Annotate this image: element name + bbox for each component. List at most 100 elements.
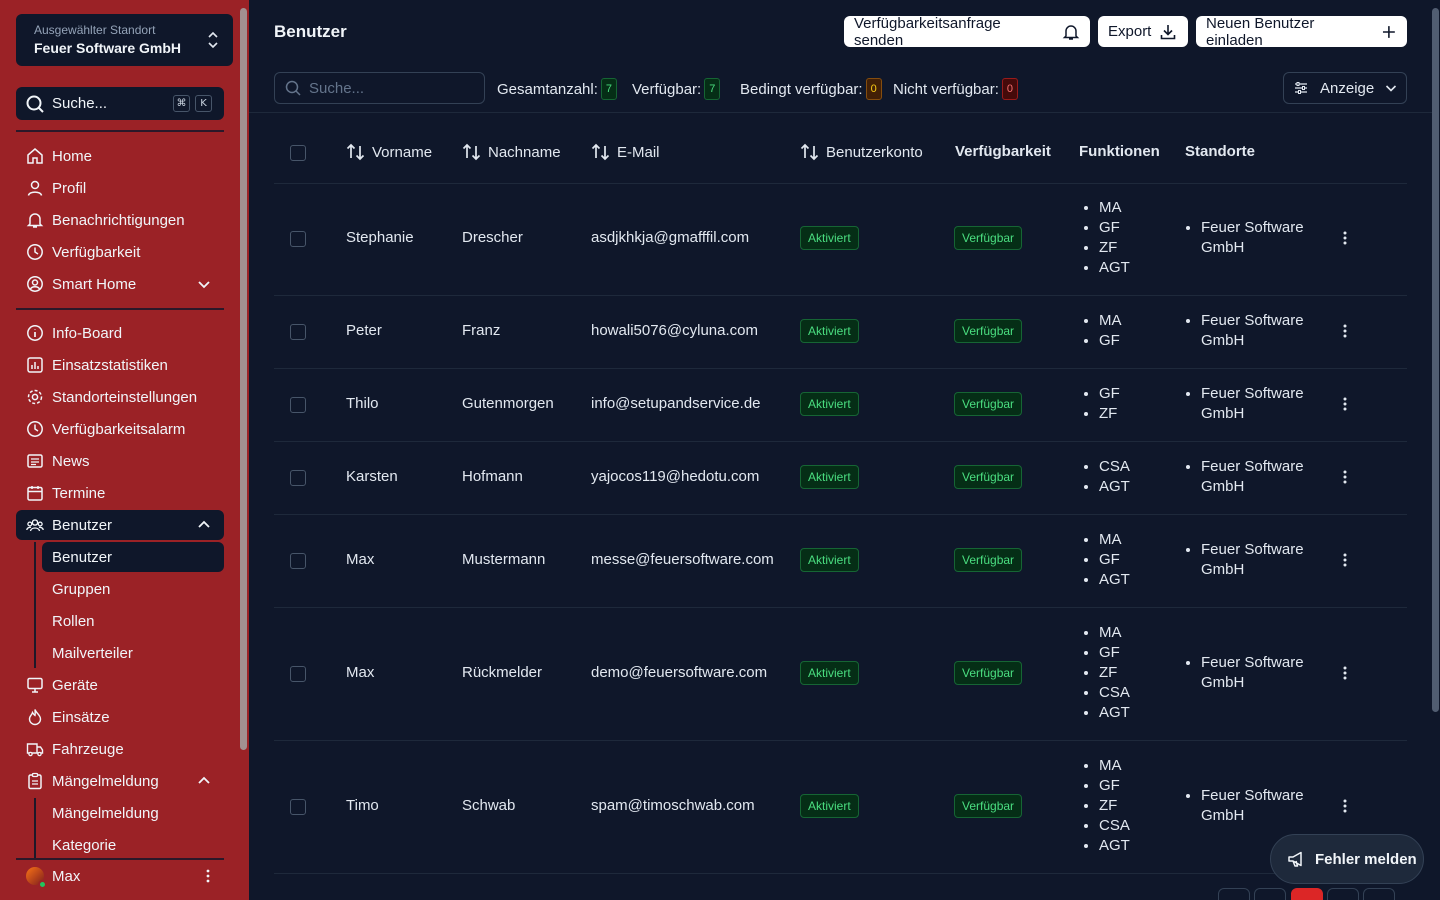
sidebar-item-info-board[interactable]: Info-Board — [16, 318, 224, 348]
kbd-k: K — [195, 95, 212, 112]
select-all-checkbox[interactable] — [290, 145, 306, 161]
more-vertical-icon[interactable] — [1337, 665, 1353, 681]
sliders-icon — [1295, 82, 1307, 94]
row-checkbox[interactable] — [290, 324, 306, 340]
row-checkbox[interactable] — [290, 799, 306, 815]
sidebar-subitem-maengelmeldung[interactable]: Mängelmeldung — [42, 798, 224, 828]
table-row[interactable]: Karsten Hofmann yajocos119@hedotu.com Ak… — [274, 442, 1407, 515]
more-vertical-icon[interactable] — [1337, 798, 1353, 814]
sidebar-subitem-mailverteiler[interactable]: Mailverteiler — [42, 638, 224, 668]
table-row[interactable]: Max Mustermann messe@feuersoftware.com A… — [274, 515, 1407, 608]
more-vertical-icon[interactable] — [1337, 396, 1353, 412]
sort-icon — [591, 143, 610, 161]
user-name: Max — [52, 867, 81, 885]
stat-total-badge: 7 — [600, 78, 618, 100]
function-item: GF — [1099, 643, 1130, 663]
sidebar-item-einsatzstatistiken[interactable]: Einsatzstatistiken — [16, 350, 224, 380]
submenu-line — [34, 798, 36, 858]
column-header-benutzerkonto[interactable]: Benutzerkonto — [800, 143, 923, 161]
availability-badge: Verfügbar — [954, 548, 1023, 572]
main-scrollbar[interactable] — [1432, 8, 1439, 712]
sidebar-search-label: Suche... — [52, 95, 108, 112]
monitor-icon — [26, 676, 44, 694]
invite-user-button[interactable]: Neuen Benutzer einladen — [1196, 15, 1407, 49]
pagination-prev-button[interactable] — [1254, 888, 1286, 900]
column-header-funktionen: Funktionen — [1079, 143, 1160, 160]
locations-list: Feuer Software GmbH — [1185, 384, 1325, 424]
functions-list: MA GF ZF AGT — [1079, 198, 1130, 278]
more-vertical-icon[interactable] — [1337, 552, 1353, 568]
sidebar-subitem-gruppen[interactable]: Gruppen — [42, 574, 224, 604]
chevron-up-icon — [198, 520, 210, 528]
kbd-cmd: ⌘ — [173, 95, 190, 112]
sidebar-search-button[interactable]: Suche... ⌘ K — [16, 87, 224, 120]
location-selector[interactable]: Ausgewählter Standort Feuer Software Gmb… — [16, 14, 233, 66]
locations-list: Feuer Software GmbH — [1185, 653, 1325, 693]
table-row[interactable]: Peter Franz howali5076@cyluna.com Aktivi… — [274, 296, 1407, 369]
megaphone-icon — [1288, 851, 1302, 867]
sidebar-item-label: Info-Board — [52, 324, 123, 342]
gear-icon — [26, 388, 44, 406]
more-vertical-icon[interactable] — [1337, 323, 1353, 339]
sidebar-item-verfuegbarkeit[interactable]: Verfügbarkeit — [16, 237, 224, 267]
availability-badge: Verfügbar — [954, 226, 1023, 250]
pagination-first-button[interactable] — [1218, 888, 1250, 900]
avatar — [26, 867, 47, 889]
sidebar-subitem-benutzer[interactable]: Benutzer — [42, 542, 224, 572]
pagination-last-button[interactable] — [1363, 888, 1395, 900]
sidebar-item-termine[interactable]: Termine — [16, 478, 224, 508]
table-row[interactable]: Stephanie Drescher asdjkhkja@gmafffil.co… — [274, 184, 1407, 296]
row-checkbox[interactable] — [290, 470, 306, 486]
row-checkbox[interactable] — [290, 397, 306, 413]
sidebar-item-fahrzeuge[interactable]: Fahrzeuge — [16, 734, 224, 764]
sidebar-item-smart-home[interactable]: Smart Home — [16, 269, 224, 299]
function-item: CSA — [1099, 816, 1130, 836]
search-input[interactable]: Suche... — [274, 72, 485, 104]
sidebar-subitem-kategorie[interactable]: Kategorie — [42, 830, 224, 860]
page-title: Benutzer — [274, 22, 347, 41]
send-availability-request-button[interactable]: Verfügbarkeitsanfrage senden — [844, 15, 1090, 49]
column-header-nachname[interactable]: Nachname — [462, 143, 561, 161]
sidebar-item-home[interactable]: Home — [16, 141, 224, 171]
function-item: MA — [1099, 530, 1130, 550]
more-vertical-icon[interactable] — [1337, 230, 1353, 246]
display-options-button[interactable]: Anzeige — [1283, 72, 1407, 104]
report-bug-button[interactable]: Fehler melden — [1270, 834, 1424, 884]
sidebar-scrollbar[interactable] — [240, 8, 247, 750]
sidebar-item-profil[interactable]: Profil — [16, 173, 224, 203]
row-checkbox[interactable] — [290, 231, 306, 247]
column-header-vorname[interactable]: Vorname — [346, 143, 432, 161]
export-button[interactable]: Export — [1098, 16, 1188, 47]
more-vertical-icon[interactable] — [1337, 469, 1353, 485]
location-item: Feuer Software GmbH — [1201, 540, 1325, 580]
sidebar-item-news[interactable]: News — [16, 446, 224, 476]
column-label: Benutzerkonto — [826, 143, 923, 161]
cell-last-name: Mustermann — [462, 551, 546, 568]
table-row[interactable]: Max Rückmelder demo@feuersoftware.com Ak… — [274, 608, 1407, 741]
table-row[interactable]: Thilo Gutenmorgen info@setupandservice.d… — [274, 369, 1407, 442]
sidebar-item-label: Geräte — [52, 676, 98, 694]
sidebar-item-benutzer[interactable]: Benutzer — [16, 510, 224, 540]
pagination-page-current[interactable] — [1291, 888, 1323, 900]
sidebar-item-maengelmeldung[interactable]: Mängelmeldung — [16, 766, 224, 796]
more-vertical-icon[interactable] — [200, 868, 216, 884]
user-menu[interactable]: Max — [16, 861, 224, 891]
column-label: Nachname — [488, 143, 561, 161]
account-status-badge: Aktiviert — [800, 319, 859, 343]
pagination-next-button[interactable] — [1327, 888, 1359, 900]
locations-list: Feuer Software GmbH — [1185, 540, 1325, 580]
sidebar-item-verfuegbarkeitsalarm[interactable]: Verfügbarkeitsalarm — [16, 414, 224, 444]
function-item: AGT — [1099, 477, 1130, 497]
sidebar-item-geraete[interactable]: Geräte — [16, 670, 224, 700]
sidebar-item-einsaetze[interactable]: Einsätze — [16, 702, 224, 732]
sidebar-item-benachrichtigungen[interactable]: Benachrichtigungen — [16, 205, 224, 235]
row-checkbox[interactable] — [290, 666, 306, 682]
sidebar-item-standorteinstellungen[interactable]: Standorteinstellungen — [16, 382, 224, 412]
column-header-email[interactable]: E-Mail — [591, 143, 660, 161]
sidebar-item-label: Mängelmeldung — [52, 772, 159, 790]
table-row[interactable]: Timo Schwab spam@timoschwab.com Aktivier… — [274, 741, 1407, 874]
account-status-badge: Aktiviert — [800, 465, 859, 489]
row-checkbox[interactable] — [290, 553, 306, 569]
sidebar-subitem-rollen[interactable]: Rollen — [42, 606, 224, 636]
location-item: Feuer Software GmbH — [1201, 653, 1325, 693]
